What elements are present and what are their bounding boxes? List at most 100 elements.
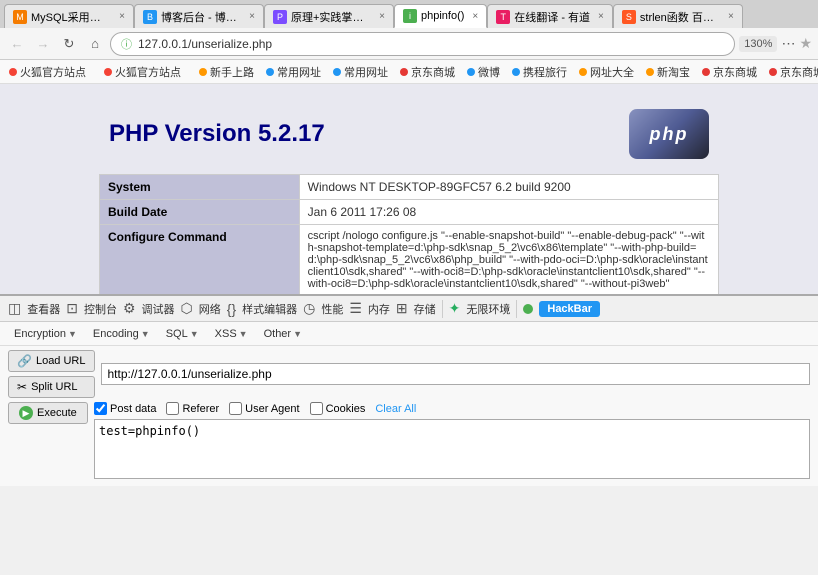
browser-tabs: M MySQL采用内百函数 × B 博客后台 - 博有网 × P 原理+实践掌握… [0,0,818,28]
encryption-menu-label: Encryption [14,328,66,340]
infinity-env-label[interactable]: 无限环境 [466,301,510,317]
php-version-title: PHP Version 5.2.17 [109,120,325,148]
tab-favicon-strlen: S [622,10,636,24]
bookmark-label-yxhang: 携程旅行 [523,64,567,80]
sql-dropdown-arrow: ▼ [190,329,199,339]
postdata-checkbox-label[interactable]: Post data [94,402,156,415]
debugger-label[interactable]: 调试器 [142,301,175,317]
bookmark-jd2[interactable]: 京东商城 [697,62,762,82]
referer-label: Referer [182,403,219,415]
table-val-system: Windows NT DESKTOP-89GFC57 6.2 build 920… [299,175,718,200]
post-data-textarea[interactable] [94,419,810,479]
load-url-button[interactable]: 🔗 Load URL [8,350,95,372]
cookies-checkbox-label[interactable]: Cookies [310,402,366,415]
tab-close-boke[interactable]: × [249,11,255,22]
bookmark-weibo[interactable]: 微博 [462,62,505,82]
bookmark-yxhang[interactable]: 携程旅行 [507,62,572,82]
bookmark-jd[interactable]: 京东商城 [395,62,460,82]
network-label[interactable]: 网络 [199,301,221,317]
style-editor-label[interactable]: 样式编辑器 [242,301,297,317]
tab-close-trans[interactable]: × [598,11,604,22]
table-row: Configure Command cscript /nologo config… [100,225,719,295]
tab-phpinfo[interactable]: i phpinfo() × [394,4,487,28]
referer-checkbox[interactable] [166,402,179,415]
console-label[interactable]: 控制台 [84,301,117,317]
bookmark-common1[interactable]: 常用网址 [261,62,326,82]
inspector-label[interactable]: 查看器 [27,301,60,317]
bookmark-icon-common2 [333,68,341,76]
bookmark-icon-yxhang [512,68,520,76]
url-input[interactable] [101,363,811,385]
other-dropdown-arrow: ▼ [293,329,302,339]
infinity-env-icon[interactable]: ✦ [449,300,461,317]
encoding-menu[interactable]: Encoding ▼ [87,326,156,342]
bookmark-label-huya1: 火狐官方站点 [20,64,86,80]
bookmark-label-jd: 京东商城 [411,64,455,80]
memory-label[interactable]: 内存 [368,301,390,317]
tab-label-phpinfo: phpinfo() [421,10,464,22]
more-options-icon[interactable]: ⋯ [781,35,795,52]
table-row: Build Date Jan 6 2011 17:26 08 [100,200,719,225]
bookmark-huya1[interactable]: 火狐官方站点 [4,62,91,82]
other-menu[interactable]: Other ▼ [258,326,308,342]
tab-boke[interactable]: B 博客后台 - 博有网 × [134,4,264,28]
network-icon[interactable]: ⬡ [181,300,193,317]
refresh-button[interactable]: ↻ [58,33,80,55]
storage-label[interactable]: 存储 [414,301,436,317]
bookmark-jd3[interactable]: 京东商城 [764,62,818,82]
encryption-menu[interactable]: Encryption ▼ [8,326,83,342]
home-button[interactable]: ⌂ [84,33,106,55]
tab-mysql[interactable]: M MySQL采用内百函数 × [4,4,134,28]
address-bar[interactable]: ⓘ 127.0.0.1/unserialize.php [110,32,735,56]
bookmark-icon-jd2 [702,68,710,76]
tab-close-strlen[interactable]: × [728,11,734,22]
storage-icon[interactable]: ⊞ [396,300,408,317]
inspector-icon[interactable]: ◫ [8,300,21,317]
bookmark-wangda[interactable]: 网址大全 [574,62,639,82]
bookmark-icon-common1 [266,68,274,76]
execute-button[interactable]: ▶ Execute [8,402,88,424]
performance-icon[interactable]: ◷ [303,300,315,317]
zoom-level: 130% [739,36,777,52]
forward-button[interactable]: → [32,33,54,55]
bookmark-star-icon[interactable]: ★ [799,35,812,52]
sql-menu[interactable]: SQL ▼ [160,326,205,342]
xss-menu-label: XSS [215,328,237,340]
tab-label-php: 原理+实践掌握(PHP环... [291,9,371,25]
memory-icon[interactable]: ☰ [349,300,362,317]
referer-checkbox-label[interactable]: Referer [166,402,219,415]
xss-menu[interactable]: XSS ▼ [209,326,254,342]
table-val-builddate: Jan 6 2011 17:26 08 [299,200,718,225]
bookmark-huya2[interactable]: 火狐官方站点 [99,62,186,82]
split-url-button[interactable]: ✂ Split URL [8,376,95,398]
execute-label: Execute [37,407,77,419]
back-button[interactable]: ← [6,33,28,55]
tab-strlen[interactable]: S strlen函数 百度搜索 × [613,4,743,28]
tab-close-phpinfo[interactable]: × [472,11,478,22]
hackbar-tab[interactable]: HackBar [539,301,600,317]
bookmark-road[interactable]: 新手上路 [194,62,259,82]
other-menu-label: Other [264,328,292,340]
tab-php[interactable]: P 原理+实践掌握(PHP环... × [264,4,394,28]
bookmark-label-road: 新手上路 [210,64,254,80]
tab-close-php[interactable]: × [379,11,385,22]
clear-all-link[interactable]: Clear All [375,403,416,415]
bookmark-taobao[interactable]: 新淘宝 [641,62,695,82]
debugger-icon[interactable]: ⚙ [123,300,136,317]
tab-close-mysql[interactable]: × [119,11,125,22]
performance-label[interactable]: 性能 [321,301,343,317]
postdata-checkbox[interactable] [94,402,107,415]
console-icon[interactable]: ⊡ [66,300,78,317]
load-url-icon: 🔗 [17,354,32,368]
tab-trans[interactable]: T 在线翻译 - 有道 × [487,4,613,28]
cookies-checkbox[interactable] [310,402,323,415]
toolbar-separator-2 [516,300,517,318]
bookmark-icon-weibo [467,68,475,76]
hackbar-active-dot [523,304,533,314]
useragent-checkbox[interactable] [229,402,242,415]
style-editor-icon[interactable]: {} [227,301,236,317]
bookmark-label-common2: 常用网址 [344,64,388,80]
useragent-checkbox-label[interactable]: User Agent [229,402,299,415]
bookmark-label-huya2: 火狐官方站点 [115,64,181,80]
bookmark-common2[interactable]: 常用网址 [328,62,393,82]
